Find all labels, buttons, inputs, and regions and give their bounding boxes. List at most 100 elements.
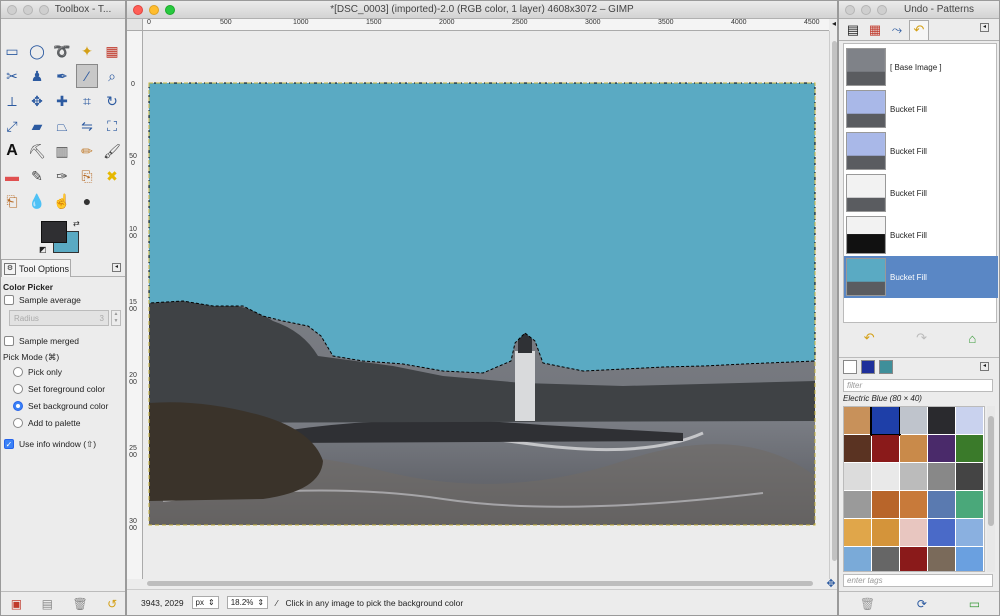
pattern-swatch[interactable] xyxy=(872,519,899,546)
undo-row[interactable]: Bucket Fill xyxy=(844,214,998,256)
sample-merged-checkbox[interactable] xyxy=(4,336,14,346)
eraser-tool-icon[interactable]: ▬ xyxy=(1,164,23,188)
ruler-corner[interactable] xyxy=(127,19,143,31)
pattern-swatch[interactable] xyxy=(928,547,955,571)
fuzzy-select-tool-icon[interactable]: ✦ xyxy=(76,39,98,63)
layers-tab-icon[interactable]: ▤ xyxy=(843,20,863,40)
set-background-radio[interactable] xyxy=(13,401,23,411)
canvas-area[interactable] xyxy=(143,31,829,579)
blur-tool-icon[interactable]: 💧 xyxy=(26,189,48,213)
gradients-tab-icon[interactable] xyxy=(879,359,893,374)
paintbrush-tool-icon[interactable]: 🖌 xyxy=(101,139,123,163)
radius-field[interactable]: Radius 3 xyxy=(9,310,109,326)
horizontal-scroll-thumb[interactable] xyxy=(147,581,813,586)
navigate-icon[interactable]: ✥ xyxy=(825,577,837,590)
blend-tool-icon[interactable]: ▥ xyxy=(51,139,73,163)
open-pattern-folder-icon[interactable]: ▭ xyxy=(969,597,980,611)
vertical-ruler[interactable]: 0 500 1000 1500 2000 2500 3000 xyxy=(127,31,143,579)
cage-transform-tool-icon[interactable]: ⛶ xyxy=(101,114,123,138)
swap-colors-icon[interactable]: ⇄ xyxy=(73,219,80,228)
undo-row[interactable]: [ Base Image ] xyxy=(844,46,998,88)
redo-icon[interactable]: ↷ xyxy=(916,330,927,346)
reset-colors-icon[interactable]: ◩ xyxy=(39,245,47,254)
delete-options-icon[interactable]: 🗑 xyxy=(72,597,87,611)
pattern-scroll-thumb[interactable] xyxy=(988,416,994,526)
airbrush-tool-icon[interactable]: ✎ xyxy=(26,164,48,188)
delete-pattern-icon[interactable]: 🗑 xyxy=(860,597,875,611)
minimize-button[interactable] xyxy=(23,5,33,15)
minimize-button[interactable] xyxy=(861,5,871,15)
pattern-swatch[interactable] xyxy=(844,435,871,462)
use-info-window-option[interactable]: ✓ Use info window (⇧) xyxy=(1,436,125,452)
brushes-tab-icon[interactable] xyxy=(843,359,857,374)
pattern-swatch[interactable] xyxy=(956,407,983,434)
scissors-tool-icon[interactable]: ✂ xyxy=(1,64,23,88)
pattern-swatch[interactable] xyxy=(928,435,955,462)
pattern-swatch[interactable] xyxy=(956,491,983,518)
ink-tool-icon[interactable]: ✑ xyxy=(51,164,73,188)
horizontal-ruler[interactable]: 0 500 1000 1500 2000 2500 3000 3500 4000… xyxy=(143,19,829,31)
zoom-selector[interactable]: 18.2% ⇕ xyxy=(226,596,269,609)
pattern-scrollbar[interactable] xyxy=(987,406,995,572)
pattern-swatch[interactable] xyxy=(844,519,871,546)
pattern-swatch[interactable] xyxy=(900,435,927,462)
pencil-tool-icon[interactable]: ✏ xyxy=(76,139,98,163)
pattern-swatch[interactable] xyxy=(956,547,983,571)
tab-menu-icon[interactable]: ◂ xyxy=(980,362,989,371)
use-info-window-checkbox[interactable]: ✓ xyxy=(4,439,14,449)
pattern-swatch[interactable] xyxy=(844,463,871,490)
pick-only-option[interactable]: Pick only xyxy=(1,364,125,380)
zoom-tool-icon[interactable]: ⌕ xyxy=(101,64,123,88)
pattern-tags-input[interactable]: enter tags xyxy=(843,574,993,587)
smudge-tool-icon[interactable]: ☝ xyxy=(51,189,73,213)
perspective-tool-icon[interactable]: ⏢ xyxy=(51,114,73,138)
perspective-clone-tool-icon[interactable]: ⎗ xyxy=(1,189,23,213)
pattern-swatch[interactable] xyxy=(928,463,955,490)
add-to-palette-radio[interactable] xyxy=(13,418,23,428)
bucket-fill-tool-icon[interactable]: ⛏ xyxy=(26,139,48,163)
patterns-tab-icon[interactable] xyxy=(861,359,875,374)
close-button[interactable] xyxy=(845,5,855,15)
pattern-swatch[interactable] xyxy=(928,491,955,518)
channels-tab-icon[interactable]: ▦ xyxy=(865,20,885,40)
pick-only-radio[interactable] xyxy=(13,367,23,377)
pattern-swatch[interactable] xyxy=(900,547,927,571)
pattern-swatch[interactable] xyxy=(928,407,955,434)
zoom-button[interactable] xyxy=(877,5,887,15)
undo-history-tab-icon[interactable]: ↶ xyxy=(909,19,929,40)
save-options-icon[interactable]: ▣ xyxy=(11,597,22,611)
clear-history-icon[interactable]: ⌂ xyxy=(968,331,976,346)
set-foreground-radio[interactable] xyxy=(13,384,23,394)
pattern-swatch[interactable] xyxy=(956,463,983,490)
pattern-swatch[interactable] xyxy=(956,435,983,462)
pattern-swatch[interactable] xyxy=(900,491,927,518)
text-tool-icon[interactable]: A xyxy=(1,139,23,163)
minimize-button[interactable] xyxy=(149,5,159,15)
heal-tool-icon[interactable]: ✖ xyxy=(101,164,123,188)
pattern-swatch[interactable] xyxy=(956,519,983,546)
zoom-button[interactable] xyxy=(39,5,49,15)
pattern-swatch[interactable] xyxy=(872,463,899,490)
refresh-patterns-icon[interactable]: ⟳ xyxy=(917,597,927,611)
clone-tool-icon[interactable]: ⎘ xyxy=(76,164,98,188)
undo-row-selected[interactable]: Bucket Fill xyxy=(844,256,998,298)
foreground-select-tool-icon[interactable]: ♟ xyxy=(26,64,48,88)
undo-row[interactable]: Bucket Fill xyxy=(844,130,998,172)
shear-tool-icon[interactable]: ▰ xyxy=(26,114,48,138)
tab-menu-icon[interactable]: ◂ xyxy=(980,23,989,32)
foreground-color-swatch[interactable] xyxy=(41,221,67,243)
pattern-swatch[interactable] xyxy=(900,519,927,546)
pattern-filter-input[interactable]: filter xyxy=(843,379,993,392)
sample-average-checkbox[interactable] xyxy=(4,295,14,305)
restore-options-icon[interactable]: ▤ xyxy=(42,597,53,611)
pattern-swatch[interactable] xyxy=(872,547,899,571)
image-canvas[interactable] xyxy=(143,31,829,579)
rect-select-tool-icon[interactable]: ▭ xyxy=(1,39,23,63)
zoom-button[interactable] xyxy=(165,5,175,15)
set-background-option[interactable]: Set background color xyxy=(1,398,125,414)
vertical-scroll-thumb[interactable] xyxy=(832,41,837,561)
sample-merged-option[interactable]: Sample merged xyxy=(1,333,125,349)
tab-tool-options[interactable]: ⚙ Tool Options xyxy=(1,259,71,277)
add-to-palette-option[interactable]: Add to palette xyxy=(1,415,125,431)
scale-tool-icon[interactable]: ⤢ xyxy=(1,114,23,138)
